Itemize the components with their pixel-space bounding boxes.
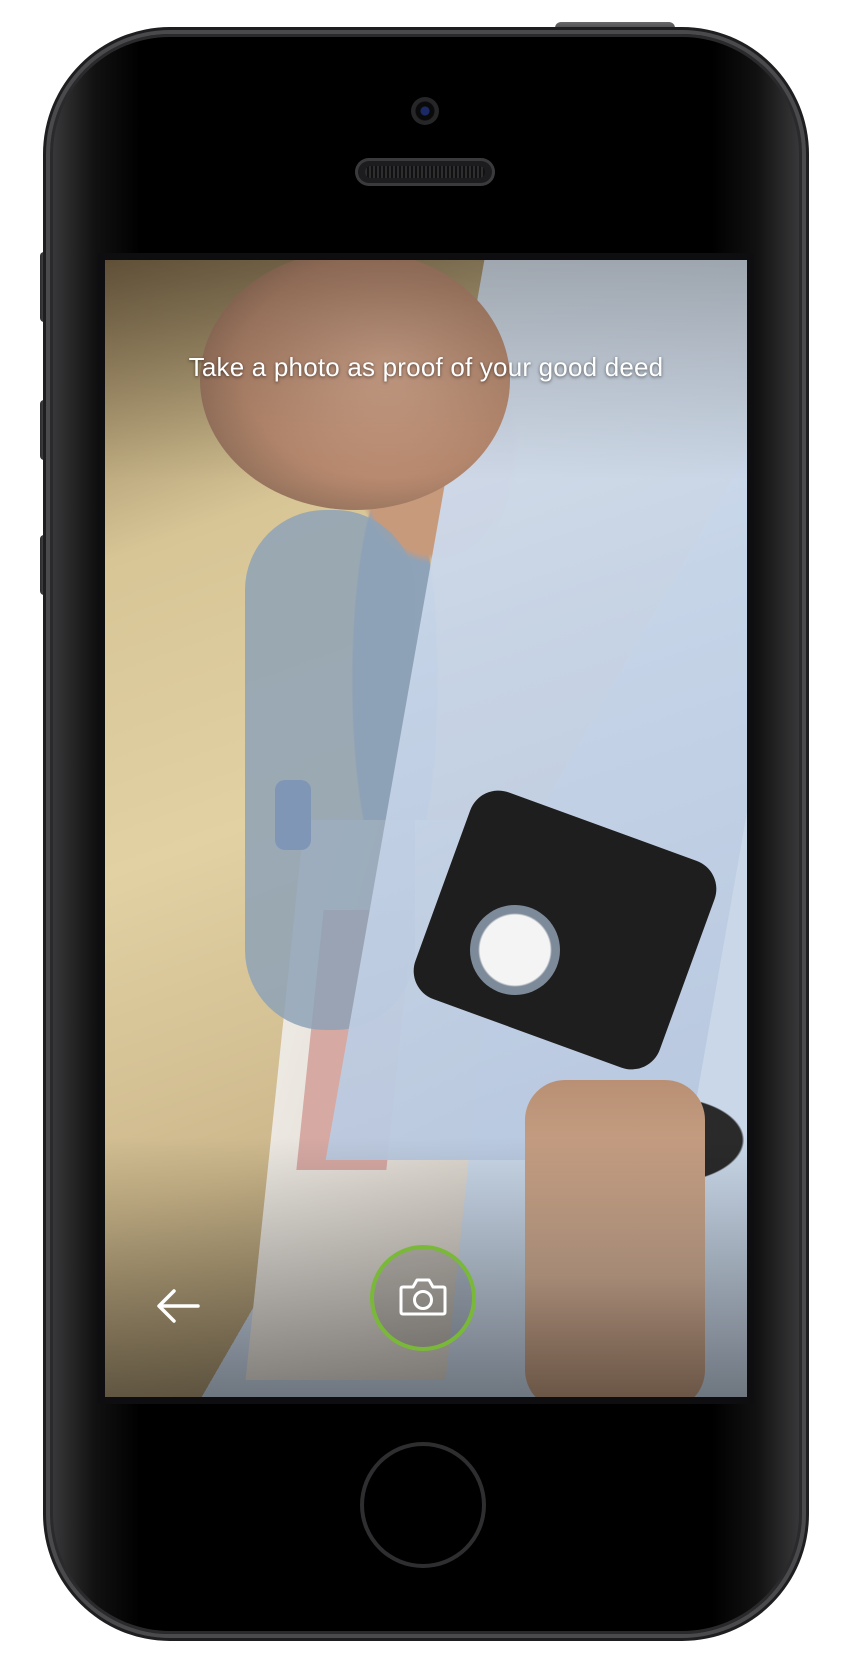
photo-prompt: Take a photo as proof of your good deed [188,352,664,382]
front-camera [411,97,439,125]
back-button[interactable] [150,1280,206,1336]
viewfinder-gauge [470,905,560,995]
device-mockup: Take a photo as proof of your good deed [0,0,852,1675]
take-photo-button[interactable] [370,1245,476,1351]
camera-viewfinder [105,260,747,1397]
camera-icon [398,1275,448,1322]
arrow-left-icon [154,1286,202,1331]
earpiece-speaker [355,158,495,186]
home-button[interactable] [360,1442,486,1568]
camera-screen: Take a photo as proof of your good deed [105,260,747,1397]
